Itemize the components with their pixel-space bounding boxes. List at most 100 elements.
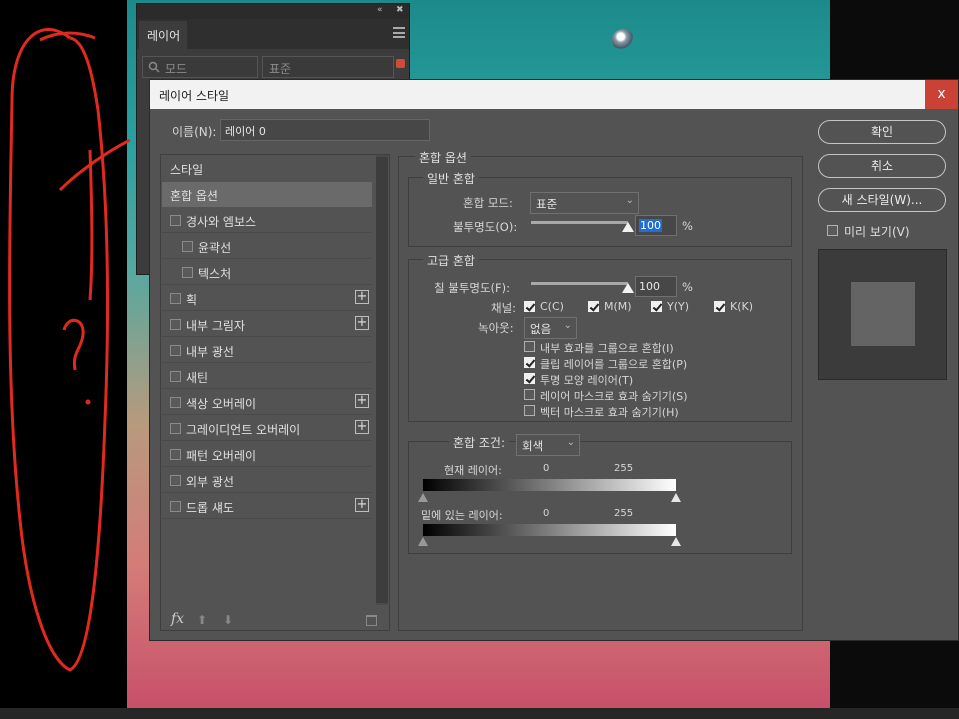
fill-opacity-input[interactable]: 100 [635,276,677,297]
opacity-slider-thumb[interactable] [622,222,634,232]
style-checkbox[interactable] [170,371,181,382]
style-item[interactable]: 혼합 옵션 [162,182,372,207]
layer-filter-dropdown[interactable]: 모드 [142,56,258,78]
underlying-layer-white-slider[interactable] [671,537,681,546]
blend-option-checkbox[interactable] [524,341,535,352]
style-item-label: 외부 광선 [186,475,234,489]
style-checkbox[interactable] [170,397,181,408]
style-item-label: 내부 그림자 [186,319,246,333]
style-checkbox[interactable] [170,319,181,330]
move-up-icon[interactable]: ⬆ [197,613,207,627]
style-item[interactable]: 텍스처 [162,260,372,285]
style-item[interactable]: 그레이디언트 오버레이 + [162,416,372,441]
add-effect-button[interactable]: + [355,420,369,434]
style-item[interactable]: 새틴 [162,364,372,389]
blend-option-checkbox[interactable] [524,405,535,416]
style-item-label: 새틴 [186,371,209,385]
layer-filter-label: 모드 [165,62,188,76]
style-item[interactable]: 획 + [162,286,372,311]
style-checkbox[interactable] [170,293,181,304]
channel-checkbox[interactable] [651,301,662,312]
layer-blend-mode-dropdown[interactable]: 표준 [262,56,394,78]
style-item-label: 텍스처 [198,267,232,281]
channel-label: K(K) [730,300,754,313]
move-down-icon[interactable]: ⬇ [223,613,233,627]
collapse-icon[interactable]: « [377,5,383,15]
style-checkbox[interactable] [182,267,193,278]
style-item-label: 획 [186,293,198,307]
advanced-blending-title: 고급 혼합 [423,252,479,269]
current-layer-black-slider[interactable] [418,493,428,502]
current-layer-min: 0 [543,463,550,474]
style-item-label: 스타일 [170,163,204,177]
style-checkbox[interactable] [182,241,193,252]
add-effect-button[interactable]: + [355,316,369,330]
style-item[interactable]: 경사와 엠보스 [162,208,372,233]
style-item-label: 내부 광선 [186,345,234,359]
blend-option-checkbox[interactable] [524,357,535,368]
filter-toggle-icon[interactable] [396,59,405,68]
fill-opacity-label: 칠 불투명도(F): [434,281,511,295]
style-checkbox[interactable] [170,501,181,512]
blend-if-value: 회색 [522,439,544,453]
fill-opacity-slider-track[interactable] [531,282,628,285]
underlying-layer-label: 밑에 있는 레이어: [421,509,503,522]
delete-icon[interactable] [366,615,377,626]
style-checkbox[interactable] [170,423,181,434]
blending-options-panel: 혼합 옵션 일반 혼합 혼합 모드: 표준 ⌄ 불투명도(O): 100 % 고… [398,149,803,631]
search-icon [148,61,160,73]
ok-button[interactable]: 확인 [818,120,946,144]
style-item[interactable]: 스타일 [162,156,372,181]
channel-label: C(C) [540,300,564,313]
opacity-slider-track[interactable] [531,221,628,224]
underlying-layer-black-slider[interactable] [418,537,428,546]
dialog-titlebar: 레이어 스타일 x [150,80,958,109]
fill-opacity-slider-thumb[interactable] [622,283,634,293]
knockout-dropdown[interactable]: 없음 ⌄ [524,317,577,339]
general-blending-title: 일반 혼합 [423,170,479,187]
add-effect-button[interactable]: + [355,394,369,408]
dialog-close-button[interactable]: x [925,80,958,109]
layer-style-dialog: 레이어 스타일 x 이름(N): 레이어 0 스타일 혼합 옵션 경사와 엠보스 윤곽… [149,79,959,641]
blend-option-label: 벡터 마스크로 효과 숨기기(H) [540,406,679,419]
channel-checkbox[interactable] [524,301,535,312]
style-item[interactable]: 색상 오버레이 + [162,390,372,415]
style-item-label: 드롭 섀도 [186,501,234,515]
chevron-down-icon: ⌄ [625,195,634,206]
style-checkbox[interactable] [170,449,181,460]
style-checkbox[interactable] [170,215,181,226]
styles-list: 스타일 혼합 옵션 경사와 엠보스 윤곽선 텍스처 획 + 내부 그림자 + 내부 광선 새틴 색상 … [160,154,390,631]
new-style-button[interactable]: 새 스타일(W)... [818,188,946,212]
add-effect-button[interactable]: + [355,290,369,304]
opacity-input[interactable]: 100 [635,215,677,236]
style-item[interactable]: 내부 그림자 + [162,312,372,337]
blend-if-label: 혼합 조건: [449,434,510,451]
panel-menu-icon[interactable] [393,27,405,38]
style-item[interactable]: 드롭 섀도 + [162,494,372,519]
styles-scrollbar-thumb[interactable] [376,157,388,603]
fx-icon[interactable]: fx [171,611,184,627]
panel-close-icon[interactable]: ✖ [396,5,404,15]
layer-name-input[interactable]: 레이어 0 [220,119,430,141]
style-item[interactable]: 외부 광선 [162,468,372,493]
fill-opacity-percent: % [682,280,693,294]
channels-label: 채널: [491,301,517,315]
style-item[interactable]: 패턴 오버레이 [162,442,372,467]
knockout-label: 녹아웃: [478,321,514,335]
style-checkbox[interactable] [170,345,181,356]
style-item[interactable]: 내부 광선 [162,338,372,363]
blend-option-checkbox[interactable] [524,389,535,400]
channel-checkbox[interactable] [588,301,599,312]
style-checkbox[interactable] [170,475,181,486]
blend-if-dropdown[interactable]: 회색 ⌄ [516,434,580,456]
tab-layers[interactable]: 레이어 [139,21,187,49]
channel-checkbox[interactable] [714,301,725,312]
blend-mode-dropdown[interactable]: 표준 ⌄ [530,192,639,214]
blend-option-checkbox[interactable] [524,373,535,384]
preview-checkbox[interactable] [827,225,838,236]
style-item[interactable]: 윤곽선 [162,234,372,259]
add-effect-button[interactable]: + [355,498,369,512]
current-layer-label: 현재 레이어: [444,464,502,477]
current-layer-white-slider[interactable] [671,493,681,502]
cancel-button[interactable]: 취소 [818,154,946,178]
